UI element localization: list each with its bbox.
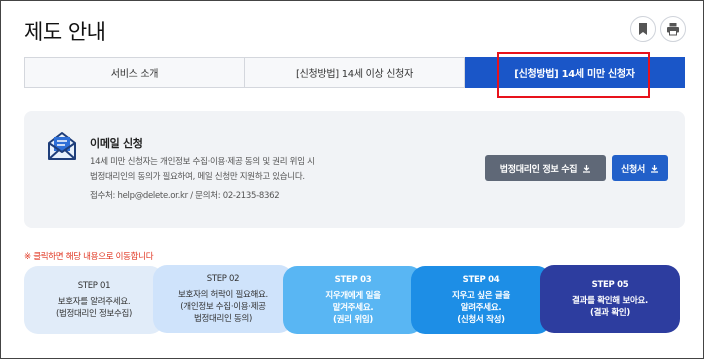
step-text: 맡겨주세요. <box>332 303 374 313</box>
button-label: 신청서 <box>621 164 645 175</box>
bookmark-icon <box>639 23 647 35</box>
step-02[interactable]: STEP 02 보호자의 허락이 필요해요. (개인정보 수집·이용·제공 법정… <box>153 265 293 333</box>
description-line: 법정대리인의 동의가 필요하여, 메일 신청만 지원하고 있습니다. <box>90 172 305 182</box>
step-text: (권리 위임) <box>333 315 373 325</box>
page-title: 제도 안내 <box>24 20 106 44</box>
step-text: 보호자를 알려주세요. <box>57 297 131 307</box>
email-application-title: 이메일 신청 <box>90 137 143 150</box>
button-label: 법정대리인 정보 수집 <box>499 164 578 175</box>
step-03[interactable]: STEP 03 지우개에게 일을 맡겨주세요. (권리 위임) <box>283 266 423 334</box>
step-text: 보호자의 허락이 필요해요. <box>178 290 268 300</box>
email-application-description: 14세 미만 신청자는 개인정보 수집·이용·제공 동의 및 권리 위임 시 법… <box>90 155 315 185</box>
step-text: 지우고 싶은 글을 <box>452 291 510 301</box>
step-number: STEP 02 <box>206 274 240 284</box>
mail-icon <box>48 132 76 160</box>
step-text: 알려주세요. <box>460 303 502 313</box>
contact-info: 접수처: help@delete.or.kr / 문의처: 02-2135-83… <box>90 191 280 201</box>
download-application-button[interactable]: 신청서 <box>612 155 668 181</box>
step-number: STEP 05 <box>591 280 629 290</box>
tab-apply-over-14[interactable]: [신청방법] 14세 이상 신청자 <box>245 57 465 88</box>
step-number: STEP 03 <box>334 275 372 285</box>
step-text: 지우개에게 일을 <box>325 291 381 301</box>
step-text: (신청서 작성) <box>457 315 505 325</box>
step-05[interactable]: STEP 05 결과를 확인해 보아요. (결과 확인) <box>540 265 680 333</box>
step-text: (결과 확인) <box>590 308 630 318</box>
description-line: 14세 미만 신청자는 개인정보 수집·이용·제공 동의 및 권리 위임 시 <box>90 157 315 167</box>
print-button[interactable] <box>660 16 686 42</box>
bookmark-button[interactable] <box>630 16 656 42</box>
tab-service-intro[interactable]: 서비스 소개 <box>24 57 245 88</box>
highlight-box <box>497 52 650 98</box>
step-01[interactable]: STEP 01 보호자를 알려주세요. (법정대리인 정보수집) <box>24 266 164 334</box>
step-number: STEP 04 <box>462 275 500 285</box>
download-icon <box>650 164 658 173</box>
email-application-panel: 이메일 신청 14세 미만 신청자는 개인정보 수집·이용·제공 동의 및 권리… <box>24 111 685 228</box>
click-notice: ※ 클릭하면 해당 내용으로 이동합니다 <box>24 252 154 262</box>
step-number: STEP 01 <box>77 281 111 291</box>
download-guardian-info-button[interactable]: 법정대리인 정보 수집 <box>485 155 606 181</box>
print-icon <box>667 23 679 36</box>
step-text: 결과를 확인해 보아요. <box>572 296 648 306</box>
step-text: (법정대리인 정보수집) <box>55 309 133 319</box>
download-icon <box>583 164 591 173</box>
step-04[interactable]: STEP 04 지우고 싶은 글을 알려주세요. (신청서 작성) <box>411 266 551 334</box>
step-text: 법정대리인 동의) <box>193 314 253 324</box>
step-text: (개인정보 수집·이용·제공 <box>180 302 266 312</box>
